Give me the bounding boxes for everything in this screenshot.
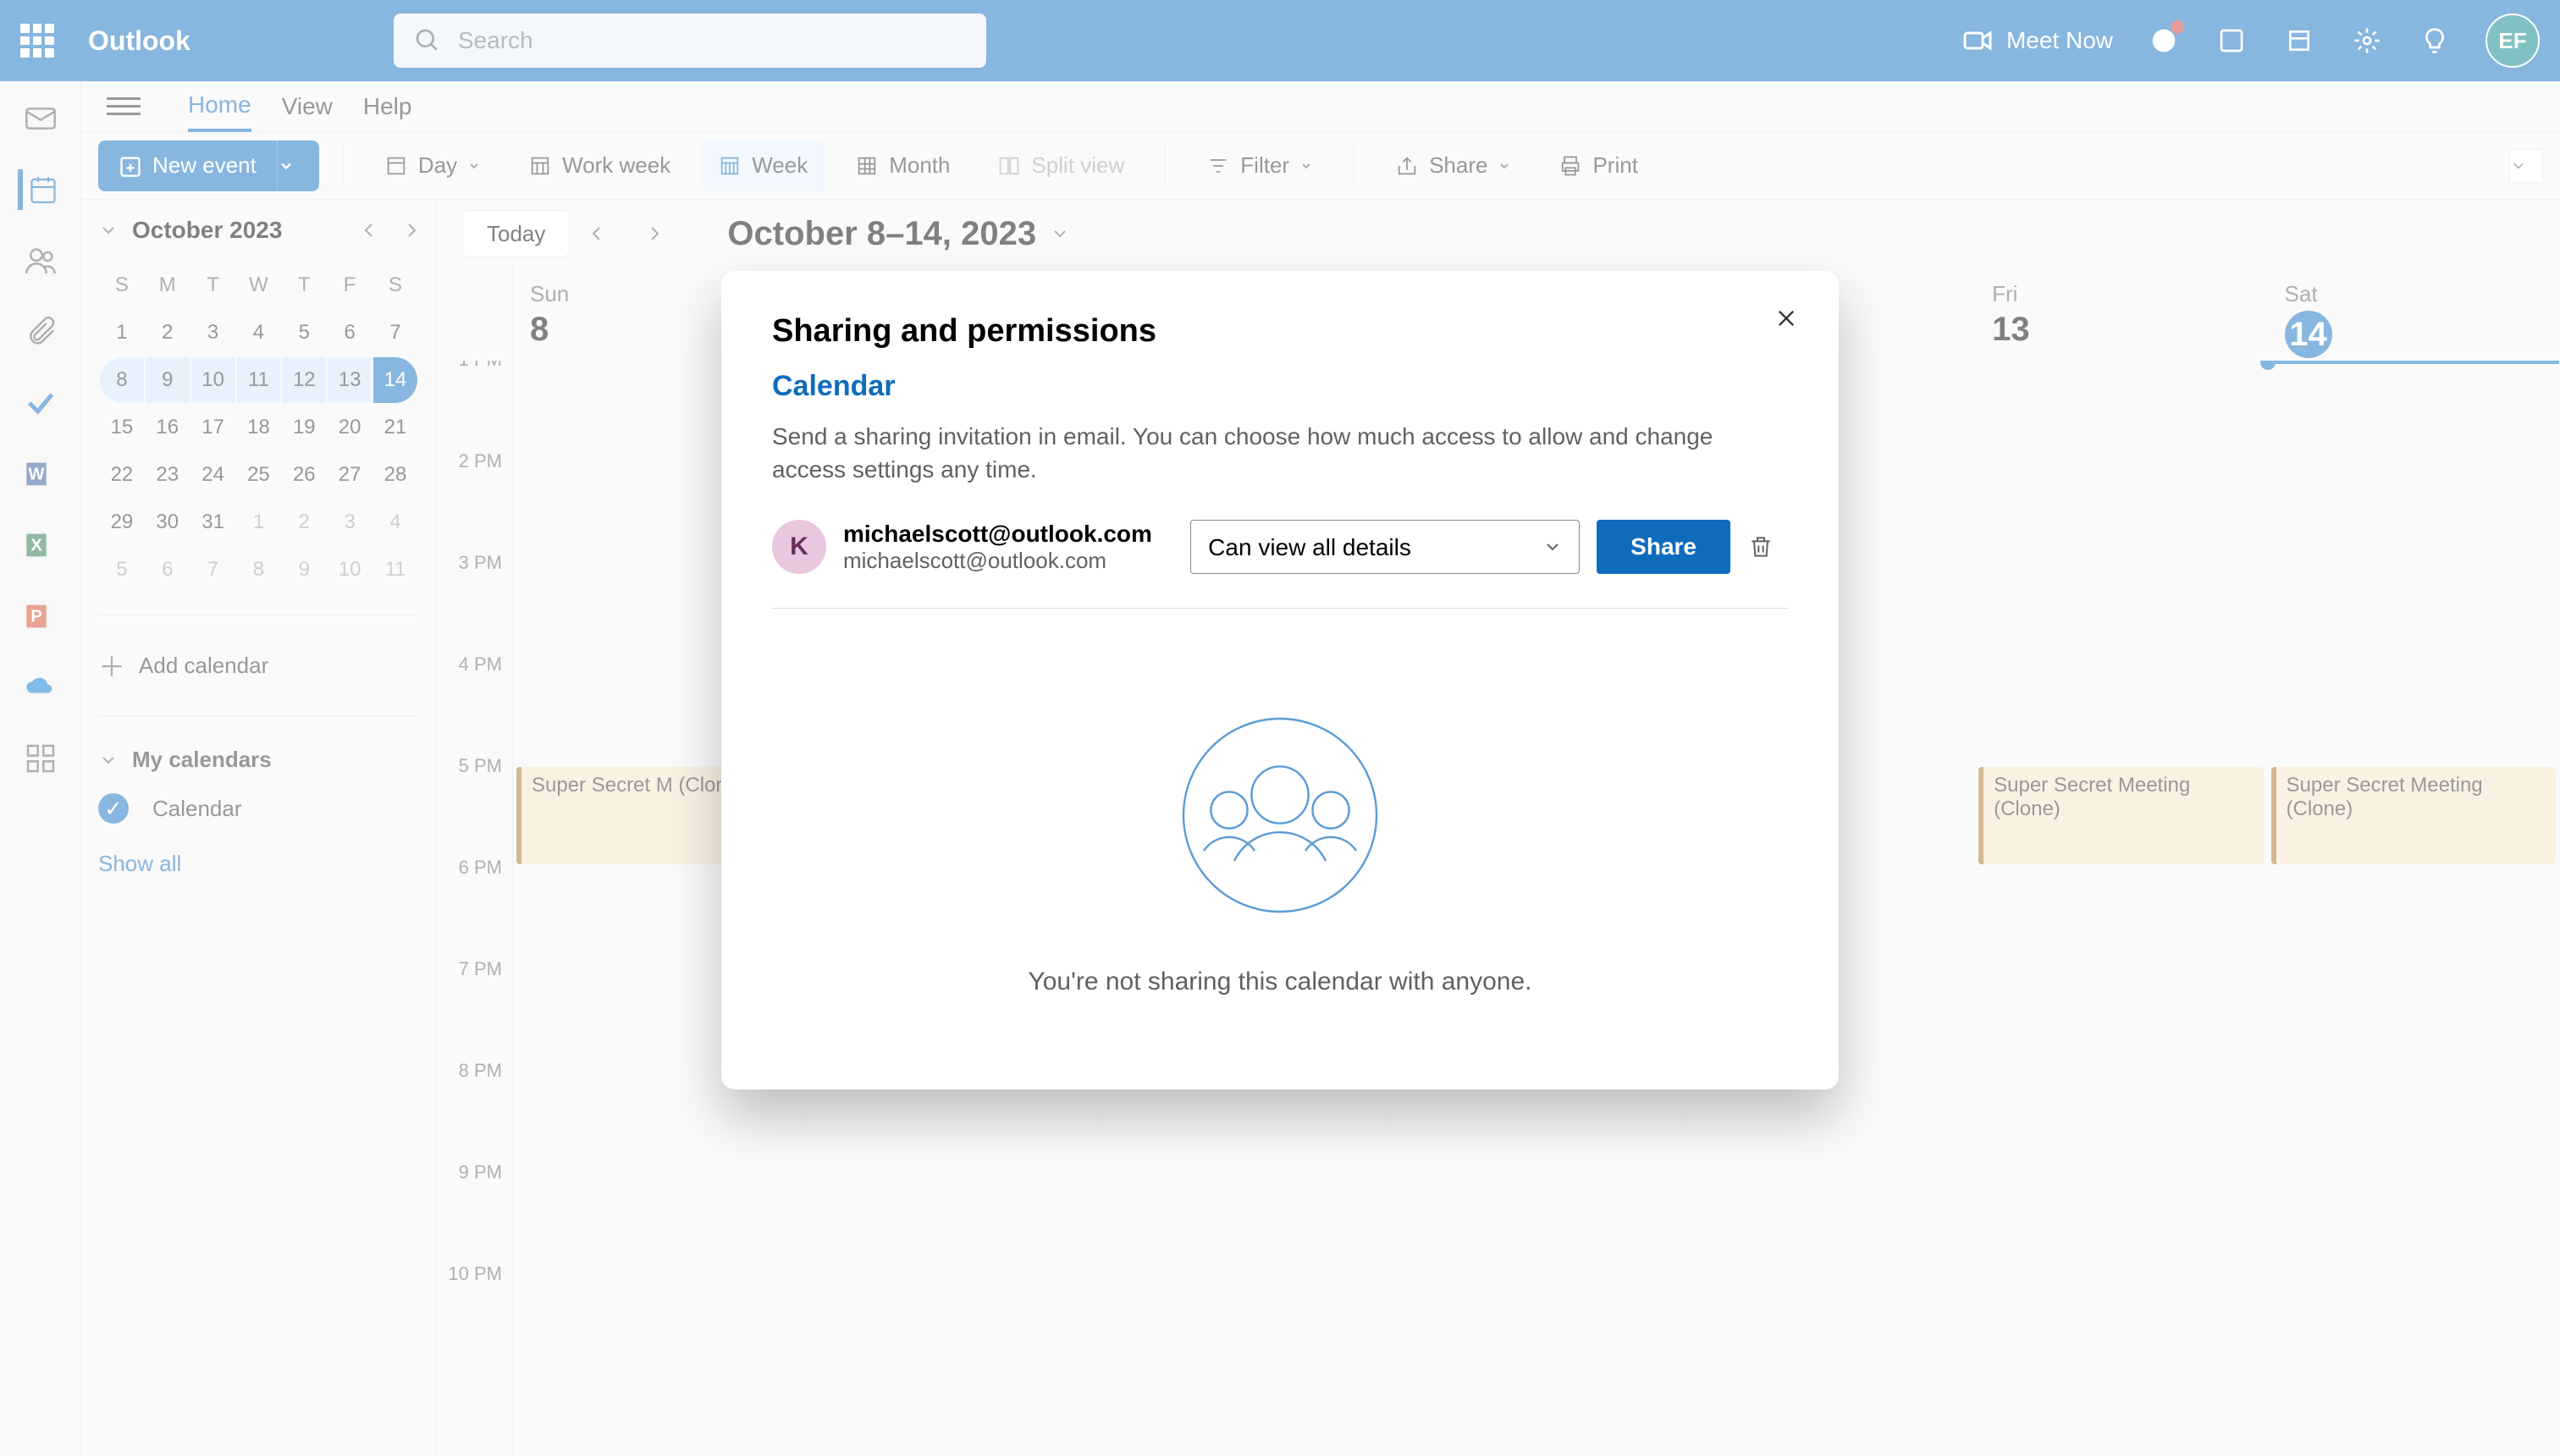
empty-state: You're not sharing this calendar with an…	[772, 629, 1788, 1047]
sharing-modal: Sharing and permissions Calendar Send a …	[721, 271, 1839, 1089]
modal-description: Send a sharing invitation in email. You …	[772, 420, 1788, 486]
modal-title: Sharing and permissions	[772, 313, 1788, 350]
share-confirm-button[interactable]: Share	[1597, 520, 1730, 574]
modal-subtitle: Calendar	[772, 370, 1788, 403]
empty-illustration-icon	[1178, 714, 1382, 917]
persona-email: michaelscott@outlook.com	[843, 548, 1173, 574]
modal-overlay: Sharing and permissions Calendar Send a …	[0, 0, 2560, 1456]
persona-name: michaelscott@outlook.com	[843, 521, 1173, 548]
empty-state-text: You're not sharing this calendar with an…	[772, 968, 1788, 996]
remove-button[interactable]	[1747, 527, 1788, 567]
permission-select[interactable]: Can view all details	[1190, 520, 1580, 574]
persona-text: michaelscott@outlook.com michaelscott@ou…	[843, 521, 1173, 574]
persona-avatar: K	[772, 520, 826, 574]
trash-icon	[1747, 533, 1774, 560]
invite-row: K michaelscott@outlook.com michaelscott@…	[772, 520, 1788, 574]
close-button[interactable]	[1774, 301, 1808, 335]
close-icon	[1774, 306, 1798, 330]
